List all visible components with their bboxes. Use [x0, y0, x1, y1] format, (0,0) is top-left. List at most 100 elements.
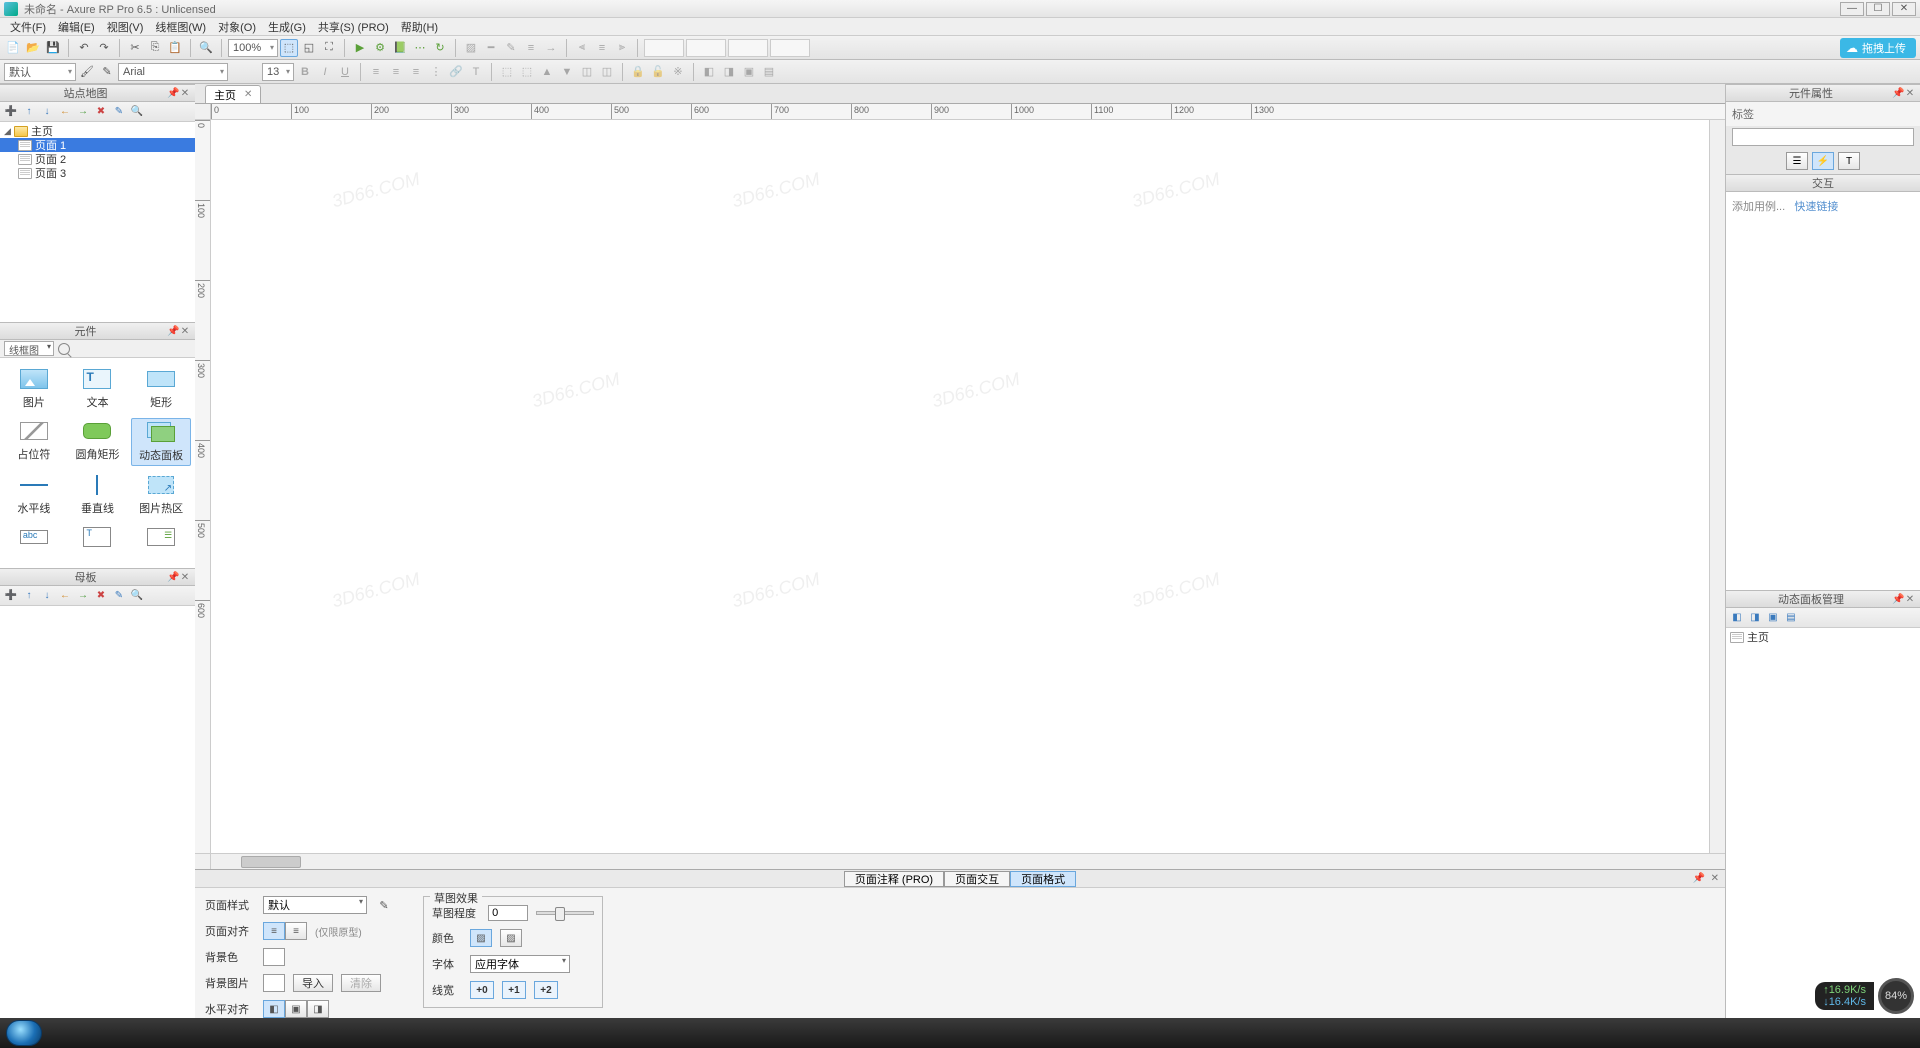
m-up-button[interactable]: ↑	[22, 589, 36, 603]
style-paint-button[interactable]: 🖌	[78, 63, 96, 81]
tab-page-format[interactable]: 页面格式	[1010, 871, 1076, 887]
widget-label-input[interactable]	[1732, 128, 1914, 146]
zoom-select-button[interactable]: ⬚	[280, 39, 298, 57]
text-color-button[interactable]: T	[467, 63, 485, 81]
align-left-seg[interactable]: ≡	[263, 922, 285, 940]
widget-droplist[interactable]	[131, 524, 191, 554]
widget-textarea[interactable]	[68, 524, 128, 554]
m-search-button[interactable]: 🔍	[130, 589, 144, 603]
canvas-tab[interactable]: 主页 ✕	[205, 85, 261, 103]
generate-spec-button[interactable]: 📗	[391, 39, 409, 57]
add-case-link[interactable]: 添加用例...	[1732, 201, 1785, 213]
menu-help[interactable]: 帮助(H)	[395, 19, 444, 35]
tree-page-2[interactable]: 页面 2	[0, 152, 195, 166]
close-icon[interactable]: ✕	[1904, 88, 1916, 99]
style-edit-button[interactable]: ✎	[98, 63, 116, 81]
widget-rounded[interactable]: 圆角矩形	[68, 418, 128, 466]
open-button[interactable]: 📂	[24, 39, 42, 57]
link-button[interactable]: 🔗	[447, 63, 465, 81]
m-right-button[interactable]: →	[76, 589, 90, 603]
upload-button[interactable]: ☁ 拖拽上传	[1840, 38, 1916, 58]
find-button[interactable]: 🔍	[197, 39, 215, 57]
move-up-button[interactable]: ↑	[22, 105, 36, 119]
close-icon[interactable]: ✕	[1904, 594, 1916, 605]
line-color-button[interactable]: ✎	[502, 39, 520, 57]
widget-textfield[interactable]	[4, 524, 64, 554]
widget-placeholder[interactable]: 占位符	[4, 418, 64, 466]
unlock-button[interactable]: 🔓	[649, 63, 667, 81]
dp-btn-1[interactable]: ◧	[1730, 611, 1744, 625]
close-icon[interactable]: ✕	[1711, 873, 1719, 884]
footnote-button[interactable]: ※	[669, 63, 687, 81]
move-down-button[interactable]: ↓	[40, 105, 54, 119]
preview-button[interactable]: ▶	[351, 39, 369, 57]
indent-button[interactable]: →	[76, 105, 90, 119]
menu-wireframe[interactable]: 线框图(W)	[149, 19, 212, 35]
group-button[interactable]: ⬚	[498, 63, 516, 81]
zoom-region-button[interactable]: ◱	[300, 39, 318, 57]
tree-root[interactable]: ◢ 主页	[0, 124, 195, 138]
close-icon[interactable]: ✕	[179, 326, 191, 337]
align-right-button[interactable]: ⫸	[613, 39, 631, 57]
menu-generate[interactable]: 生成(G)	[262, 19, 312, 35]
pin-icon[interactable]: 📌	[167, 572, 179, 583]
sketch-color-1[interactable]: ▨	[470, 929, 492, 947]
front-button[interactable]: ▲	[538, 63, 556, 81]
pin-icon[interactable]: 📌	[1892, 88, 1904, 99]
arrow-button[interactable]: →	[542, 39, 560, 57]
sketch-font-combo[interactable]: 应用字体	[470, 955, 570, 973]
tree-page-1[interactable]: 页面 1	[0, 138, 195, 152]
canvas[interactable]: 3D66.COM 3D66.COM 3D66.COM 3D66.COM 3D66…	[211, 120, 1709, 853]
h-input[interactable]	[770, 39, 810, 57]
tab-page-interactions[interactable]: 页面交互	[944, 871, 1010, 887]
widget-vline[interactable]: 垂直线	[68, 472, 128, 518]
sketch-color-2[interactable]: ▨	[500, 929, 522, 947]
bold-button[interactable]: B	[296, 63, 314, 81]
generate-html-button[interactable]: ⚙	[371, 39, 389, 57]
search-icon[interactable]	[58, 343, 70, 355]
dp-btn-4[interactable]: ▤	[1784, 611, 1798, 625]
close-button[interactable]: ✕	[1892, 2, 1916, 16]
align-center-button[interactable]: ≡	[593, 39, 611, 57]
tab-page-notes[interactable]: 页面注释 (PRO)	[844, 871, 944, 887]
pin-icon[interactable]: 📌	[1693, 873, 1705, 884]
sketch-slider[interactable]	[536, 911, 594, 915]
lw-0-button[interactable]: +0	[470, 981, 494, 999]
dp-btn-3[interactable]: ▣	[1766, 611, 1780, 625]
bg-color-swatch[interactable]	[263, 948, 285, 966]
align-button[interactable]: ◫	[578, 63, 596, 81]
zoom-fit-button[interactable]: ⛶	[320, 39, 338, 57]
undo-button[interactable]: ↶	[75, 39, 93, 57]
widget-image[interactable]: 图片	[4, 366, 64, 412]
close-icon[interactable]: ✕	[179, 572, 191, 583]
underline-button[interactable]: U	[336, 63, 354, 81]
halign-center[interactable]: ▣	[285, 1000, 307, 1018]
order-3-button[interactable]: ▣	[740, 63, 758, 81]
font-combo[interactable]: Arial	[118, 63, 228, 81]
bullets-button[interactable]: ⋮	[427, 63, 445, 81]
import-button[interactable]: 导入	[293, 974, 333, 992]
sketch-level-input[interactable]	[488, 905, 528, 921]
collapse-icon[interactable]: ◢	[4, 126, 14, 137]
maximize-button[interactable]: ☐	[1866, 2, 1890, 16]
ungroup-button[interactable]: ⬚	[518, 63, 536, 81]
refresh-button[interactable]: ↻	[431, 39, 449, 57]
vertical-scrollbar[interactable]	[1709, 120, 1725, 853]
lw-1-button[interactable]: +1	[502, 981, 526, 999]
menu-view[interactable]: 视图(V)	[101, 19, 150, 35]
m-down-button[interactable]: ↓	[40, 589, 54, 603]
widget-text[interactable]: 文本	[68, 366, 128, 412]
style-combo[interactable]: 默认	[4, 63, 76, 81]
menu-share[interactable]: 共享(S) (PRO)	[312, 19, 395, 35]
new-button[interactable]: 📄	[4, 39, 22, 57]
halign-right[interactable]: ◨	[307, 1000, 329, 1018]
size-combo[interactable]: 13	[262, 63, 294, 81]
delete-page-button[interactable]: ✖	[94, 105, 108, 119]
close-tab-icon[interactable]: ✕	[244, 89, 252, 100]
y-input[interactable]	[686, 39, 726, 57]
add-page-button[interactable]: ➕	[4, 105, 18, 119]
prop-tab-2[interactable]: ⚡	[1812, 152, 1834, 170]
widget-hline[interactable]: 水平线	[4, 472, 64, 518]
outdent-button[interactable]: ←	[58, 105, 72, 119]
search-page-button[interactable]: 🔍	[130, 105, 144, 119]
